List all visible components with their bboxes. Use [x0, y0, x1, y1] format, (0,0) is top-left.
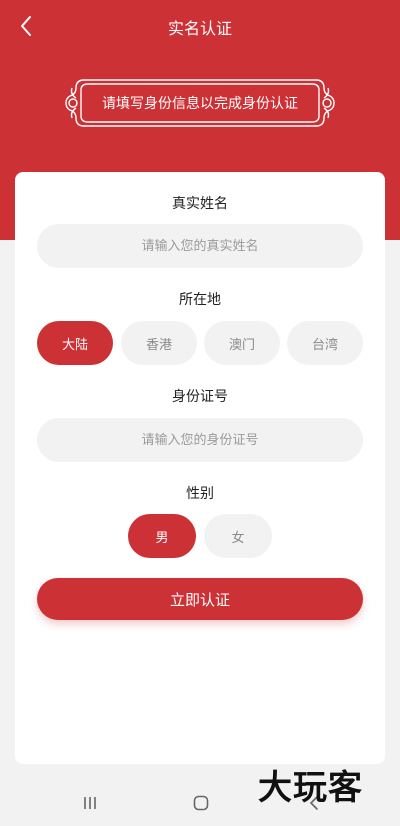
- region-label: 所在地: [179, 292, 221, 308]
- region-option-taiwan[interactable]: 台湾: [287, 321, 363, 365]
- gender-option-male[interactable]: 男: [128, 514, 196, 558]
- region-option-mainland[interactable]: 大陆: [37, 321, 113, 365]
- watermark-logo: 大玩客: [258, 768, 363, 808]
- name-input[interactable]: [37, 224, 363, 268]
- banner-text: 请填写身份信息以完成身份认证: [102, 96, 298, 112]
- page-title: 实名认证: [167, 19, 232, 38]
- recent-apps-icon: [84, 797, 96, 809]
- home-button[interactable]: [190, 792, 212, 814]
- submit-button[interactable]: 立即认证: [37, 578, 363, 620]
- home-icon: [193, 795, 209, 811]
- form-card: 真实姓名 所在地 大陆 香港 澳门 台湾 身份证号 性别 男 女 立即认证: [15, 172, 385, 764]
- gender-option-female[interactable]: 女: [204, 514, 272, 558]
- id-number-input[interactable]: [37, 418, 363, 462]
- region-option-macau[interactable]: 澳门: [204, 321, 280, 365]
- gender-label: 性别: [186, 486, 214, 502]
- name-label: 真实姓名: [172, 196, 228, 212]
- recent-apps-button[interactable]: [80, 792, 100, 814]
- id-label: 身份证号: [172, 389, 228, 405]
- top-bar: 实名认证: [0, 0, 400, 52]
- region-option-hongkong[interactable]: 香港: [121, 321, 197, 365]
- info-banner: 请填写身份信息以完成身份认证: [62, 76, 338, 130]
